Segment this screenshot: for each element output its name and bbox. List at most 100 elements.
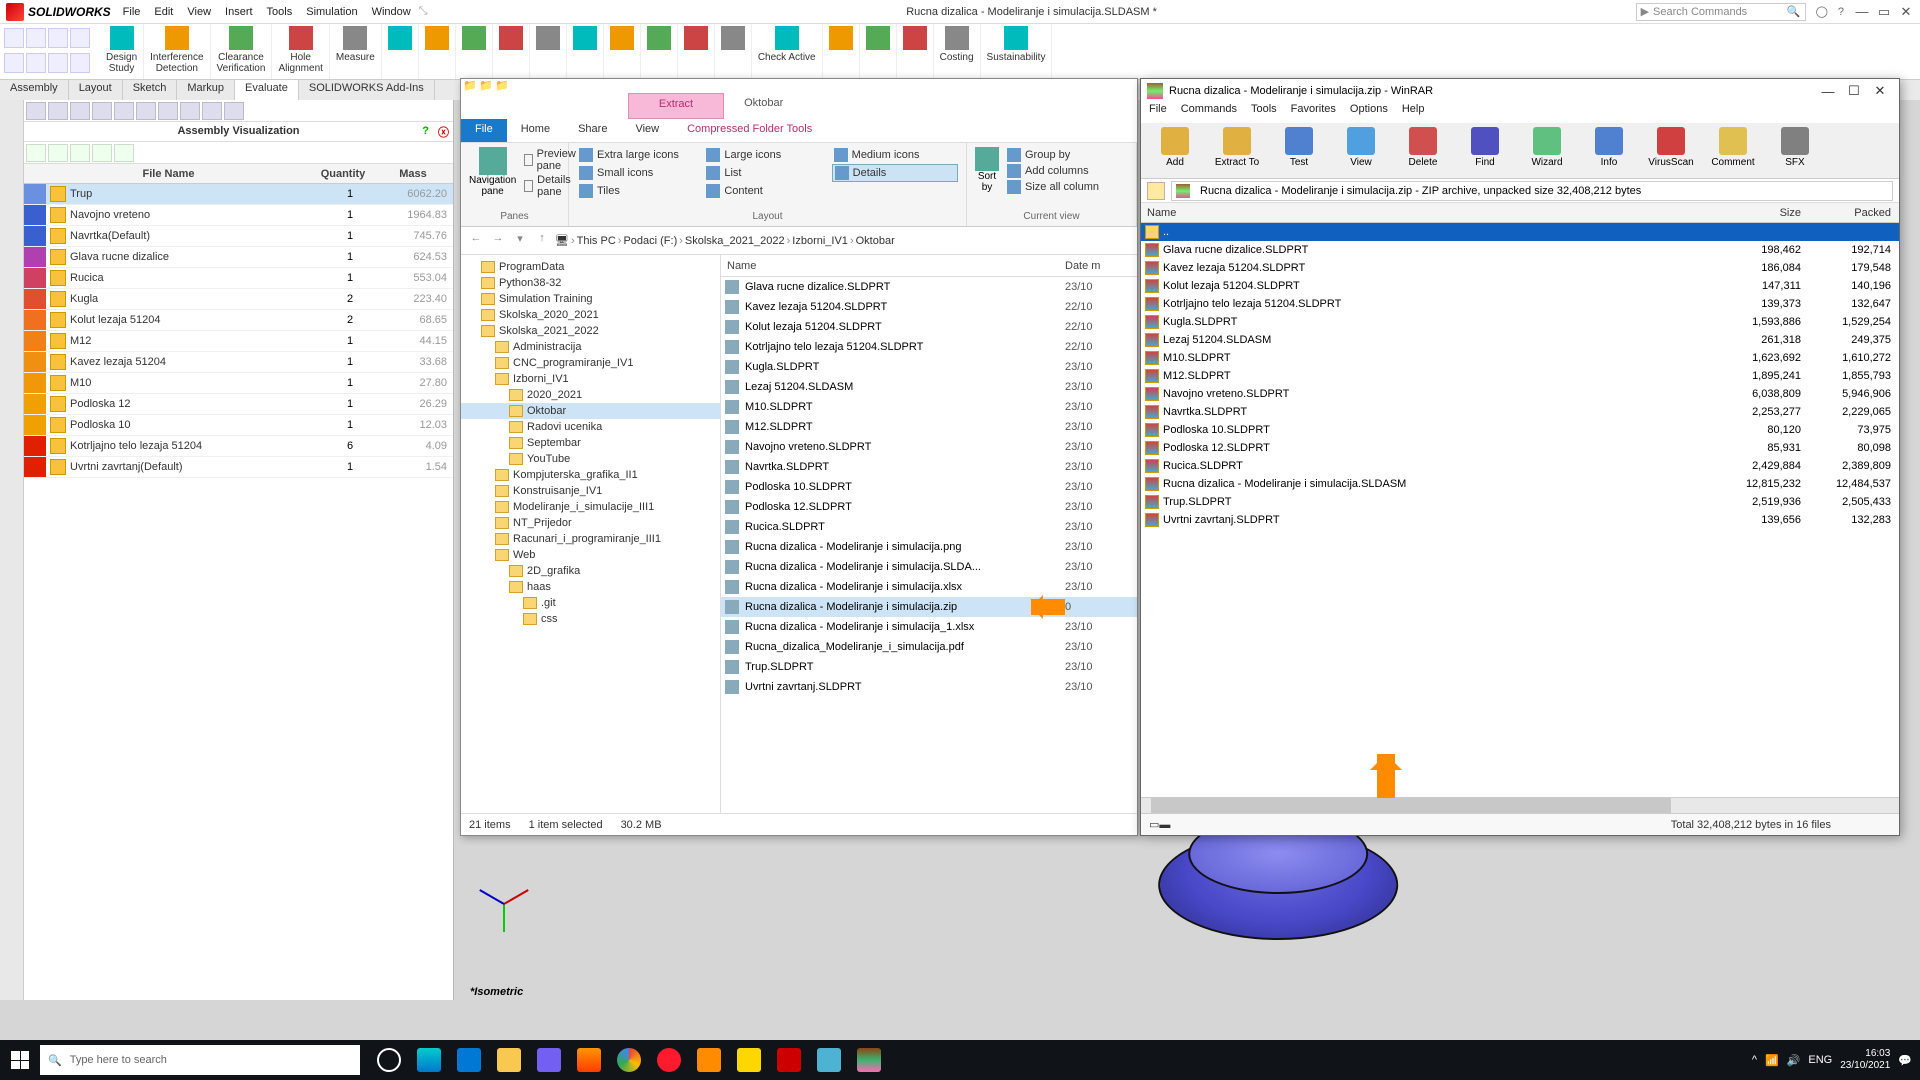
tool-tool-7[interactable] — [456, 24, 493, 79]
crumb[interactable]: Oktobar — [856, 235, 895, 247]
wr-file-row[interactable]: Rucica.SLDPRT2,429,8842,389,809 — [1141, 457, 1899, 475]
tool-sustainability[interactable]: Sustainability — [981, 24, 1053, 79]
view-xlicons[interactable]: Extra large icons — [577, 147, 703, 163]
vis-row[interactable]: M12144.15 — [24, 331, 453, 352]
vis-row[interactable]: Uvrtni zavrtanj(Default)11.54 — [24, 457, 453, 478]
tree-item[interactable]: Skolska_2020_2021 — [461, 307, 720, 323]
file-row[interactable]: Rucna dizalica - Modeliranje i simulacij… — [721, 537, 1137, 557]
edge-icon[interactable] — [410, 1040, 448, 1080]
tree-item[interactable]: css — [461, 611, 720, 627]
crumb[interactable]: Skolska_2021_2022 — [685, 235, 785, 247]
view-triad-icon[interactable] — [474, 900, 534, 960]
qat-rebuild-icon[interactable] — [48, 53, 68, 73]
wr-file-row[interactable]: Rucna dizalica - Modeliranje i simulacij… — [1141, 475, 1899, 493]
qat-options-icon[interactable] — [70, 53, 90, 73]
vis-row[interactable]: Kolut lezaja 51204268.65 — [24, 310, 453, 331]
solidworks-icon[interactable] — [770, 1040, 808, 1080]
menu-window[interactable]: Window — [372, 6, 411, 18]
tree-item[interactable]: Python38-32 — [461, 275, 720, 291]
sizeall-button[interactable]: Size all column — [1005, 179, 1101, 195]
maximize-icon[interactable]: ☐ — [1841, 83, 1867, 99]
cortana-icon[interactable] — [370, 1040, 408, 1080]
tree-item[interactable]: Radovi ucenika — [461, 419, 720, 435]
tree-item[interactable]: ProgramData — [461, 259, 720, 275]
vis-row[interactable]: Navojno vreteno11964.83 — [24, 205, 453, 226]
file-row[interactable]: Navojno vreteno.SLDPRT23/10 — [721, 437, 1137, 457]
vis-row[interactable]: Podloska 12126.29 — [24, 394, 453, 415]
qat-undo-icon[interactable] — [70, 28, 90, 48]
mode-icon[interactable] — [158, 102, 178, 120]
vis-row[interactable]: Trup16062.20 — [24, 184, 453, 205]
tree-item[interactable]: 2D_grafika — [461, 563, 720, 579]
view-content[interactable]: Content — [704, 183, 830, 199]
ribbon-tab-view[interactable]: View — [621, 119, 673, 142]
navigation-pane-button[interactable]: Navigation pane — [469, 147, 516, 199]
tree-item[interactable]: YouTube — [461, 451, 720, 467]
tab-evaluate[interactable]: Evaluate — [235, 80, 299, 100]
wr-file-row[interactable]: Navojno vreteno.SLDPRT6,038,8095,946,906 — [1141, 385, 1899, 403]
tree-item[interactable]: Kompjuterska_grafika_II1 — [461, 467, 720, 483]
vis-row[interactable]: Glava rucne dizalice1624.53 — [24, 247, 453, 268]
tree-item[interactable]: Administracija — [461, 339, 720, 355]
user-icon[interactable]: ◯ — [1816, 5, 1828, 18]
breadcrumb[interactable]: 🖥›This PC›Podaci (F:)›Skolska_2021_2022›… — [555, 234, 895, 247]
vis-row[interactable]: Navrtka(Default)1745.76 — [24, 226, 453, 247]
tree-item[interactable]: haas — [461, 579, 720, 595]
menu-edit[interactable]: Edit — [154, 6, 173, 18]
ribbon-tab-home[interactable]: Home — [507, 119, 564, 142]
file-row[interactable]: Kugla.SLDPRT23/10 — [721, 357, 1137, 377]
notes-icon[interactable] — [730, 1040, 768, 1080]
mode-icon[interactable] — [70, 102, 90, 120]
pin-icon[interactable]: ⤡ — [419, 5, 428, 18]
wr-file-row[interactable]: M12.SLDPRT1,895,2411,855,793 — [1141, 367, 1899, 385]
mail-icon[interactable] — [450, 1040, 488, 1080]
wr-menu-tools[interactable]: Tools — [1251, 103, 1277, 123]
minimize-icon[interactable]: — — [1854, 4, 1870, 20]
tree-item[interactable]: Modeliranje_i_simulacije_III1 — [461, 499, 720, 515]
wr-file-row[interactable]: Uvrtni zavrtanj.SLDPRT139,656132,283 — [1141, 511, 1899, 529]
wr-file-row[interactable]: .. — [1141, 223, 1899, 241]
wr-file-row[interactable]: M10.SLDPRT1,623,6921,610,272 — [1141, 349, 1899, 367]
close-panel-icon[interactable]: ⓧ — [438, 124, 449, 140]
tree-item[interactable]: Konstruisanje_IV1 — [461, 483, 720, 499]
crumb[interactable]: Izborni_IV1 — [792, 235, 848, 247]
tool-tool-14[interactable] — [715, 24, 752, 79]
tree-item[interactable]: Izborni_IV1 — [461, 371, 720, 387]
menu-simulation[interactable]: Simulation — [306, 6, 357, 18]
file-row[interactable]: Trup.SLDPRT23/10 — [721, 657, 1137, 677]
up-folder-icon[interactable] — [1147, 182, 1165, 200]
wr-view-button[interactable]: View — [1331, 125, 1391, 176]
vis-row[interactable]: Kugla2223.40 — [24, 289, 453, 310]
tool-tool-6[interactable] — [419, 24, 456, 79]
tree-item[interactable]: Skolska_2021_2022 — [461, 323, 720, 339]
file-row[interactable]: Rucna dizalica - Modeliranje i simulacij… — [721, 557, 1137, 577]
wr-virusscan-button[interactable]: VirusScan — [1641, 125, 1701, 176]
view-list[interactable]: List — [704, 164, 830, 182]
qat-save-icon[interactable] — [48, 28, 68, 48]
addcolumns-button[interactable]: Add columns — [1005, 163, 1101, 179]
vis-row[interactable]: Kavez lezaja 51204133.68 — [24, 352, 453, 373]
mode-icon[interactable] — [48, 102, 68, 120]
up-icon[interactable]: ↑ — [533, 232, 551, 250]
wr-file-row[interactable]: Kavez lezaja 51204.SLDPRT186,084179,548 — [1141, 259, 1899, 277]
back-icon[interactable]: ← — [467, 232, 485, 250]
chevron-up-icon[interactable]: ^ — [1752, 1054, 1757, 1066]
vis-grid-header[interactable]: File Name Quantity Mass — [24, 164, 453, 184]
vis-row[interactable]: Rucica1553.04 — [24, 268, 453, 289]
vis-row[interactable]: Podloska 10112.03 — [24, 415, 453, 436]
file-row[interactable]: Kolut lezaja 51204.SLDPRT22/10 — [721, 317, 1137, 337]
tree-item[interactable]: Racunari_i_programiranje_III1 — [461, 531, 720, 547]
help-icon[interactable]: ? — [1838, 6, 1844, 18]
view-sicons[interactable]: Small icons — [577, 164, 703, 182]
archive-path[interactable]: Rucna dizalica - Modeliranje i simulacij… — [1171, 181, 1893, 201]
vis-row[interactable]: Kotrljajno telo lezaja 5120464.09 — [24, 436, 453, 457]
paint-icon[interactable] — [810, 1040, 848, 1080]
mode-icon[interactable] — [114, 102, 134, 120]
close-icon[interactable]: ✕ — [1867, 83, 1893, 99]
taskbar-search[interactable]: 🔍Type here to search — [40, 1045, 360, 1075]
wr-info-button[interactable]: Info — [1579, 125, 1639, 176]
wr-delete-button[interactable]: Delete — [1393, 125, 1453, 176]
file-row[interactable]: Kavez lezaja 51204.SLDPRT22/10 — [721, 297, 1137, 317]
file-row[interactable]: Lezaj 51204.SLDASM23/10 — [721, 377, 1137, 397]
firefox-icon[interactable] — [570, 1040, 608, 1080]
